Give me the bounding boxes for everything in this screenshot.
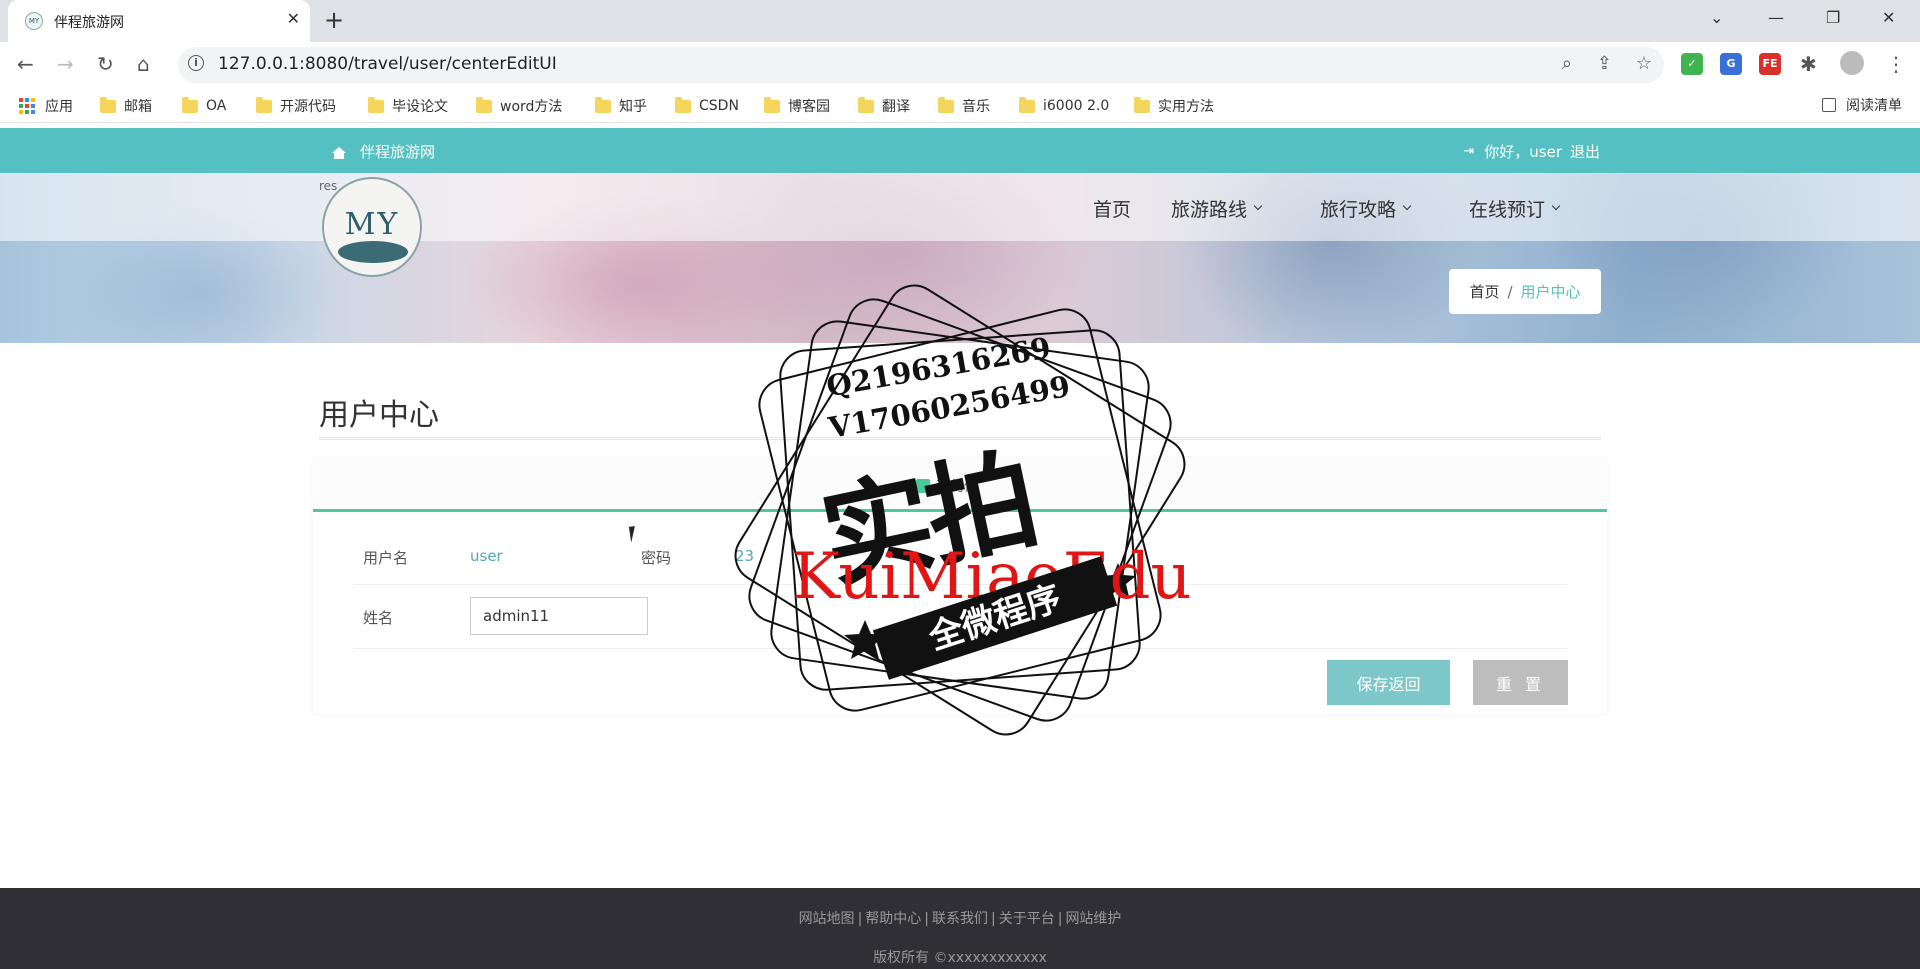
folder-icon: [182, 96, 198, 113]
nav-item-booking[interactable]: 在线预订: [1469, 195, 1561, 222]
home-icon[interactable]: ⌂: [137, 52, 150, 76]
copyright-text: 版权所有 ©xxxxxxxxxxxx: [873, 950, 1047, 966]
bookmark-folder[interactable]: 邮箱: [100, 95, 152, 117]
site-favicon-icon: MY: [25, 12, 43, 30]
breadcrumb-home-link[interactable]: 首页: [1469, 281, 1499, 302]
bookmark-folder[interactable]: 实用方法: [1134, 95, 1214, 117]
breadcrumb: 首页 / 用户中心: [1449, 269, 1601, 314]
nav-item-home[interactable]: 首页: [1093, 195, 1131, 222]
reset-button[interactable]: 重 置: [1473, 660, 1568, 705]
user-area: ⇥ 你好，user 退出: [1459, 141, 1600, 162]
name-label: 姓名: [363, 609, 394, 627]
reload-icon[interactable]: ↻: [97, 52, 114, 76]
bookmarks-bar: 应用 邮箱 OA 开源代码 毕设论文 word方法 知乎 CSDN 博客园 翻译…: [0, 88, 1920, 123]
bookmark-folder[interactable]: 知乎: [595, 95, 647, 117]
site-footer: 网站地图 | 帮助中心 | 联系我们 | 关于平台 | 网站维护 版权所有 ©xxxxxxxxx…: [0, 888, 1920, 969]
share-icon[interactable]: ⇪: [1597, 53, 1612, 74]
profile-avatar-icon[interactable]: [1840, 51, 1864, 75]
login-icon: ⇥: [1463, 144, 1475, 159]
footer-links: 网站地图 | 帮助中心 | 联系我们 | 关于平台 | 网站维护: [798, 911, 1122, 927]
footer-link-contact[interactable]: 联系我们: [932, 911, 988, 927]
minimize-icon[interactable]: —: [1768, 8, 1784, 27]
bookmark-folder[interactable]: i6000 2.0: [1019, 95, 1109, 117]
chevron-down-icon: [1402, 201, 1412, 210]
logout-link[interactable]: 退出: [1570, 141, 1600, 162]
forward-arrow-icon[interactable]: →: [57, 52, 74, 76]
folder-icon: [1019, 96, 1035, 113]
bookmark-folder[interactable]: 开源代码: [256, 95, 336, 117]
folder-icon: [595, 96, 611, 113]
browser-toolbar: ← → ↻ ⌂ i 127.0.0.1:8080/travel/user/cen…: [0, 42, 1920, 88]
main-nav-bar: [0, 173, 1920, 241]
bookmark-apps[interactable]: 应用: [19, 95, 73, 117]
address-url[interactable]: 127.0.0.1:8080/travel/user/centerEditUI: [218, 54, 557, 74]
bookmark-folder[interactable]: 翻译: [858, 95, 910, 117]
footer-link-about[interactable]: 关于平台: [999, 911, 1055, 927]
nav-item-routes[interactable]: 旅游路线: [1171, 195, 1263, 222]
shield-icon[interactable]: ✓: [1681, 53, 1703, 75]
bookmark-folder[interactable]: word方法: [476, 95, 562, 117]
password-label: 密码: [641, 549, 672, 567]
apps-grid-icon: [19, 98, 35, 114]
extensions-puzzle-icon[interactable]: ✱: [1800, 52, 1817, 76]
footer-link-help[interactable]: 帮助中心: [865, 911, 921, 927]
reading-list-button[interactable]: 阅读清单: [1822, 95, 1902, 115]
bookmark-folder[interactable]: OA: [182, 95, 226, 117]
footer-link-maintenance[interactable]: 网站维护: [1065, 911, 1121, 927]
mouse-cursor-icon: [628, 525, 644, 543]
save-return-button[interactable]: 保存返回: [1327, 660, 1450, 705]
folder-icon: [100, 96, 116, 113]
nav-item-guides[interactable]: 旅行攻略: [1320, 195, 1412, 222]
chevron-down-icon: [1551, 201, 1561, 210]
chevron-down-icon: [1253, 201, 1263, 210]
translate-icon[interactable]: G: [1720, 53, 1742, 75]
new-tab-button[interactable]: +: [324, 6, 344, 34]
bookmark-folder[interactable]: 毕设论文: [368, 95, 448, 117]
logo-wave-graphic: [338, 241, 408, 263]
close-window-icon[interactable]: ✕: [1882, 8, 1895, 27]
folder-icon: [764, 96, 780, 113]
site-logo[interactable]: MY: [322, 177, 422, 277]
bookmark-folder[interactable]: 音乐: [938, 95, 990, 117]
footer-link-sitemap[interactable]: 网站地图: [799, 911, 855, 927]
site-info-icon[interactable]: i: [188, 55, 204, 71]
tab-title: 伴程旅游网: [54, 15, 124, 31]
folder-icon: [256, 96, 272, 113]
bookmark-star-icon[interactable]: ☆: [1636, 53, 1652, 74]
site-home-link[interactable]: 伴程旅游网: [332, 141, 435, 162]
browser-tab-strip: MY 伴程旅游网 ✕ + ⌄ — ❐ ✕: [0, 0, 1920, 42]
reading-list-icon: [1822, 98, 1836, 112]
browser-tab[interactable]: MY 伴程旅游网 ✕: [8, 0, 310, 42]
user-greeting[interactable]: 你好，user: [1484, 141, 1562, 162]
watermark-stamp: Q2196316269 V17060256499 实拍 KuiMiaoEdu 全…: [730, 280, 1192, 740]
folder-icon: [1134, 96, 1150, 113]
zoom-icon[interactable]: ⌕: [1562, 53, 1572, 74]
page-title: 用户中心: [319, 398, 439, 433]
browser-menu-icon[interactable]: ⋮: [1886, 52, 1906, 76]
logo-tag: res: [319, 179, 338, 193]
bookmark-folder[interactable]: 博客园: [764, 95, 830, 117]
tab-search-chevron-icon[interactable]: ⌄: [1710, 8, 1723, 27]
tab-close-icon[interactable]: ✕: [287, 9, 300, 28]
restore-window-icon[interactable]: ❐: [1826, 8, 1840, 27]
username-label: 用户名: [363, 549, 409, 567]
breadcrumb-separator: /: [1507, 282, 1513, 301]
fe-helper-icon[interactable]: FE: [1759, 53, 1781, 75]
folder-icon: [675, 96, 691, 113]
home-icon: [332, 146, 346, 159]
folder-icon: [858, 96, 874, 113]
bookmark-folder[interactable]: CSDN: [675, 95, 739, 117]
breadcrumb-current: 用户中心: [1520, 283, 1581, 301]
logo-text: MY: [344, 207, 400, 242]
folder-icon: [938, 96, 954, 113]
folder-icon: [476, 96, 492, 113]
name-input[interactable]: [470, 597, 648, 635]
address-bar[interactable]: i 127.0.0.1:8080/travel/user/centerEditU…: [178, 47, 1664, 83]
site-top-bar: 伴程旅游网 ⇥ 你好，user 退出: [0, 128, 1920, 173]
username-value: user: [470, 547, 503, 565]
back-arrow-icon[interactable]: ←: [17, 52, 34, 76]
folder-icon: [368, 96, 384, 113]
